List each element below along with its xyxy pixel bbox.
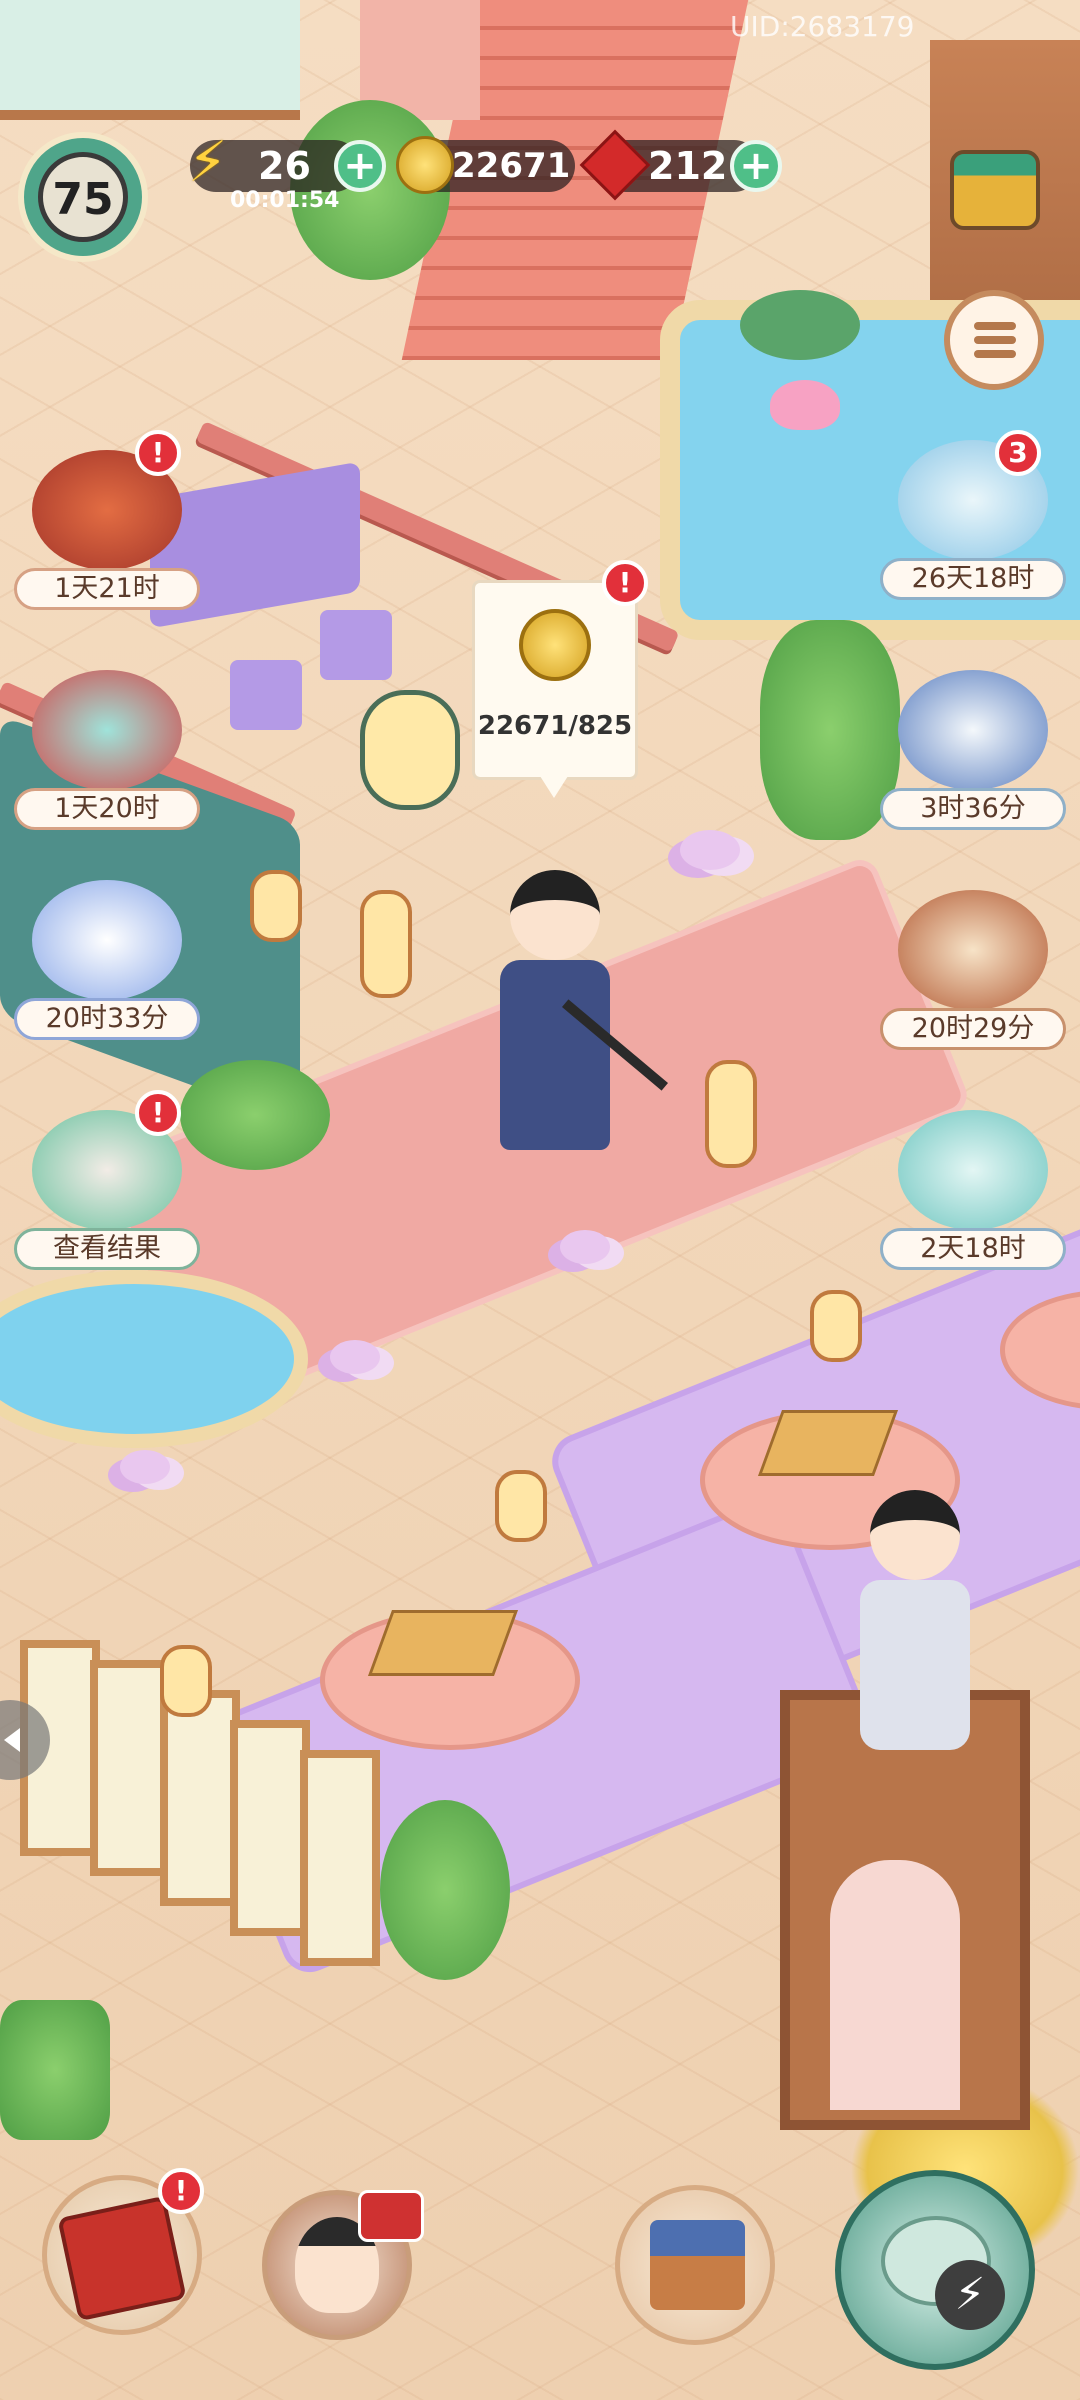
stool-1 [230,660,302,730]
gem-value: 212 [648,144,728,188]
flowers-4 [120,1450,170,1484]
right-event-4[interactable]: 2天18时 [878,1110,1068,1270]
lotus-flower [770,380,840,430]
flowers-3 [330,1340,380,1374]
coin-bubble-badge: ! [602,560,648,606]
coin-icon [396,136,454,194]
left-event-2[interactable]: 1天20时 [12,670,202,830]
uid-label: UID:2683179 [730,10,915,43]
add-energy-button[interactable]: + [334,140,386,192]
folding-screen-4 [230,1720,310,1936]
lantern-4 [810,1290,862,1362]
gift-box-beast-icon [898,1110,1048,1230]
coin-collect-bubble[interactable]: 22671/825 [472,580,638,780]
right-event-1[interactable]: 26天18时 [878,440,1068,600]
left-event-1-badge: ! [135,430,181,476]
right-event-1-badge: 3 [995,430,1041,476]
coin-bubble-value: 22671/825 [477,711,633,741]
level-value: 75 [52,174,114,225]
right-event-3-label: 20时29分 [880,1008,1066,1050]
lamp-post [360,690,460,810]
lantern-5 [495,1470,547,1542]
shrub-left [180,1060,330,1170]
menu-line-3 [974,350,1016,358]
energy-timer: 00:01:54 [230,188,340,213]
coin-icon [519,609,591,681]
scholar-body [860,1580,970,1750]
flowers-1 [680,830,740,870]
snow-scene-icon [898,670,1048,790]
add-gems-button[interactable]: + [730,140,782,192]
swordsman-character[interactable] [490,860,669,1200]
cards-icon [898,890,1048,1010]
lotus-pad [740,290,860,360]
go-board-left [367,1610,519,1676]
left-event-1-label: 1天21时 [14,568,200,610]
house-button[interactable] [615,2185,775,2345]
folding-screen-2 [90,1660,170,1876]
right-event-2-label: 3时36分 [880,788,1066,830]
go-board-right [757,1410,899,1476]
envelope-icon [358,2190,424,2242]
stool-2 [320,610,392,680]
left-event-4[interactable]: 查看结果 [12,1110,202,1270]
left-event-4-label: 查看结果 [14,1228,200,1270]
lantern-3 [705,1060,757,1168]
right-event-3[interactable]: 20时29分 [878,890,1068,1050]
lightning-icon: ⚡ [935,2260,1005,2330]
teapot-button[interactable] [835,2170,1035,2370]
back-wall [0,0,300,120]
scholar-head [870,1490,960,1580]
right-event-1-label: 26天18时 [880,558,1066,600]
right-event-2[interactable]: 3时36分 [878,670,1068,830]
energy-value: 26 [258,144,311,188]
list-menu-icon[interactable] [944,290,1044,390]
book-icon [57,2195,187,2322]
left-event-3[interactable]: 20时33分 [12,880,202,1040]
right-event-4-label: 2天18时 [880,1228,1066,1270]
flowers-2 [560,1230,610,1264]
bubble-tail [540,776,568,798]
lantern-6 [160,1645,212,1717]
left-event-3-label: 20时33分 [14,998,200,1040]
menu-line-1 [974,322,1016,330]
golden-shrine-icon[interactable] [950,150,1040,230]
potted-plant-bottom [380,1800,510,1980]
book-badge: ! [158,2168,204,2214]
coin-value: 22671 [452,146,571,186]
bamboo-bottom-left [0,2000,110,2140]
menu-line-2 [974,336,1016,344]
spirit-fan-icon [32,880,182,1000]
left-event-2-label: 1天20时 [14,788,200,830]
swordsman-body [500,960,610,1150]
lantern-1 [250,870,302,942]
level-badge[interactable]: 75 [18,132,148,262]
house-icon [650,2220,745,2310]
gate-curtain [830,1860,960,2110]
left-event-4-badge: ! [135,1090,181,1136]
lightning-icon: ⚡ [188,130,228,195]
folding-screen-5 [300,1750,380,1966]
lantern-2 [360,890,412,998]
cat-drum-icon [32,670,182,790]
chevron-left-icon [4,1728,20,1752]
left-event-1[interactable]: 1天21时 [12,450,202,610]
folding-screen-3 [160,1690,240,1906]
scholar-character[interactable] [850,1480,980,1780]
swordsman-head [510,870,600,960]
